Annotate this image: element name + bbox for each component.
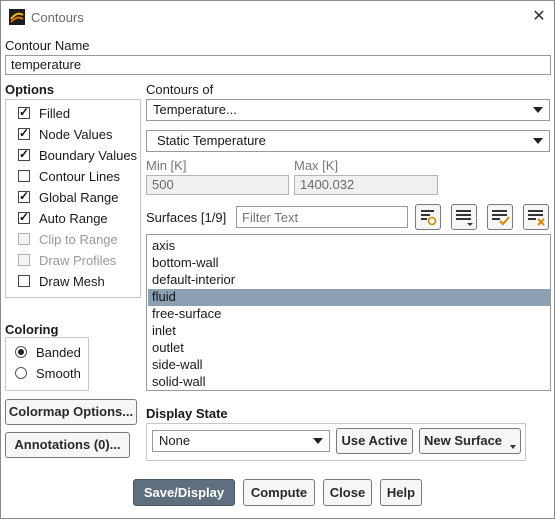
save-display-button[interactable]: Save/Display [133, 479, 235, 506]
contour-name-input[interactable]: temperature [5, 55, 551, 75]
list-menu-icon [456, 210, 473, 226]
min-label: Min [K] [146, 158, 187, 173]
display-state-value: None [159, 433, 191, 448]
list-item[interactable]: inlet [148, 323, 550, 340]
select-all-button[interactable] [487, 204, 513, 230]
annotations-button[interactable]: Annotations (0)... [5, 432, 130, 458]
list-options-dropdown-button[interactable] [451, 204, 477, 230]
chevron-down-icon [510, 445, 516, 449]
option-contour-lines-label: Contour Lines [39, 169, 120, 184]
list-check-icon [492, 210, 510, 226]
list-item[interactable]: axis [148, 238, 550, 255]
contours-of-label: Contours of [146, 82, 214, 97]
contours-of-category-dropdown[interactable]: Temperature... [146, 99, 550, 121]
option-clip-to-range-label: Clip to Range [39, 232, 118, 247]
contours-of-category-value: Temperature... [153, 102, 237, 117]
filled-checkbox[interactable] [18, 105, 30, 119]
contours-dialog: Contours ✕ Contour Name temperature Opti… [0, 0, 555, 519]
list-item[interactable]: side-wall [148, 357, 550, 374]
new-surface-label: New Surface [424, 433, 503, 448]
contours-of-quantity-dropdown[interactable]: Static Temperature [146, 130, 550, 152]
node-values-checkbox[interactable] [18, 126, 30, 140]
select-new-surfaces-button[interactable] [415, 204, 441, 230]
use-active-button[interactable]: Use Active [336, 428, 413, 454]
coloring-title: Coloring [5, 322, 59, 337]
option-auto-range-label: Auto Range [39, 211, 108, 226]
option-global-range-label: Global Range [39, 190, 119, 205]
list-item[interactable]: default-interior [148, 272, 550, 289]
smooth-radio[interactable] [15, 367, 27, 379]
option-boundary-values-label: Boundary Values [39, 148, 138, 163]
coloring-group: Banded Smooth [5, 337, 89, 391]
coloring-banded-label: Banded [36, 345, 81, 360]
draw-profiles-checkbox [18, 254, 30, 266]
option-draw-mesh-label: Draw Mesh [39, 274, 105, 289]
close-button[interactable]: Close [323, 479, 372, 506]
contour-lines-checkbox[interactable] [18, 170, 30, 182]
colormap-options-button[interactable]: Colormap Options... [5, 399, 137, 425]
options-title: Options [5, 82, 55, 97]
chevron-down-icon [313, 438, 323, 444]
list-new-icon [421, 210, 437, 226]
clip-to-range-checkbox [18, 233, 30, 245]
global-range-checkbox[interactable] [18, 189, 30, 203]
max-label: Max [K] [294, 158, 339, 173]
new-surface-button[interactable]: New Surface [419, 428, 521, 454]
options-group: Filled Node Values Boundary Values Conto… [5, 99, 141, 298]
close-icon[interactable]: ✕ [529, 7, 549, 27]
help-button[interactable]: Help [380, 479, 422, 506]
option-filled-label: Filled [39, 106, 71, 121]
compute-button[interactable]: Compute [243, 479, 315, 506]
window-title: Contours [31, 10, 84, 25]
contour-name-label: Contour Name [5, 38, 90, 53]
chevron-down-icon [533, 138, 543, 144]
max-input: 1400.032 [294, 175, 438, 195]
option-node-values-label: Node Values [39, 127, 113, 142]
list-item[interactable]: free-surface [148, 306, 550, 323]
display-state-dropdown[interactable]: None [152, 430, 330, 452]
list-clear-icon [528, 210, 545, 226]
surfaces-listbox[interactable]: axis bottom-wall default-interior fluid … [146, 234, 551, 391]
list-item-selected[interactable]: fluid [148, 289, 550, 306]
list-item[interactable]: bottom-wall [148, 255, 550, 272]
surface-filter-input[interactable] [236, 206, 408, 228]
list-item[interactable]: outlet [148, 340, 550, 357]
coloring-smooth-label: Smooth [36, 366, 81, 381]
boundary-values-checkbox[interactable] [18, 147, 30, 161]
banded-radio[interactable] [15, 346, 27, 358]
title-bar: Contours ✕ [1, 1, 554, 33]
app-logo-icon [9, 9, 25, 25]
min-input: 500 [146, 175, 289, 195]
display-state-title: Display State [146, 406, 228, 421]
draw-mesh-checkbox[interactable] [18, 275, 30, 287]
chevron-down-icon [533, 107, 543, 113]
list-item[interactable]: solid-wall [148, 374, 550, 390]
auto-range-checkbox[interactable] [18, 210, 30, 224]
option-draw-profiles-label: Draw Profiles [39, 253, 117, 268]
contours-of-quantity-value: Static Temperature [157, 133, 266, 148]
deselect-all-button[interactable] [523, 204, 549, 230]
surfaces-label: Surfaces [1/9] [146, 210, 227, 225]
